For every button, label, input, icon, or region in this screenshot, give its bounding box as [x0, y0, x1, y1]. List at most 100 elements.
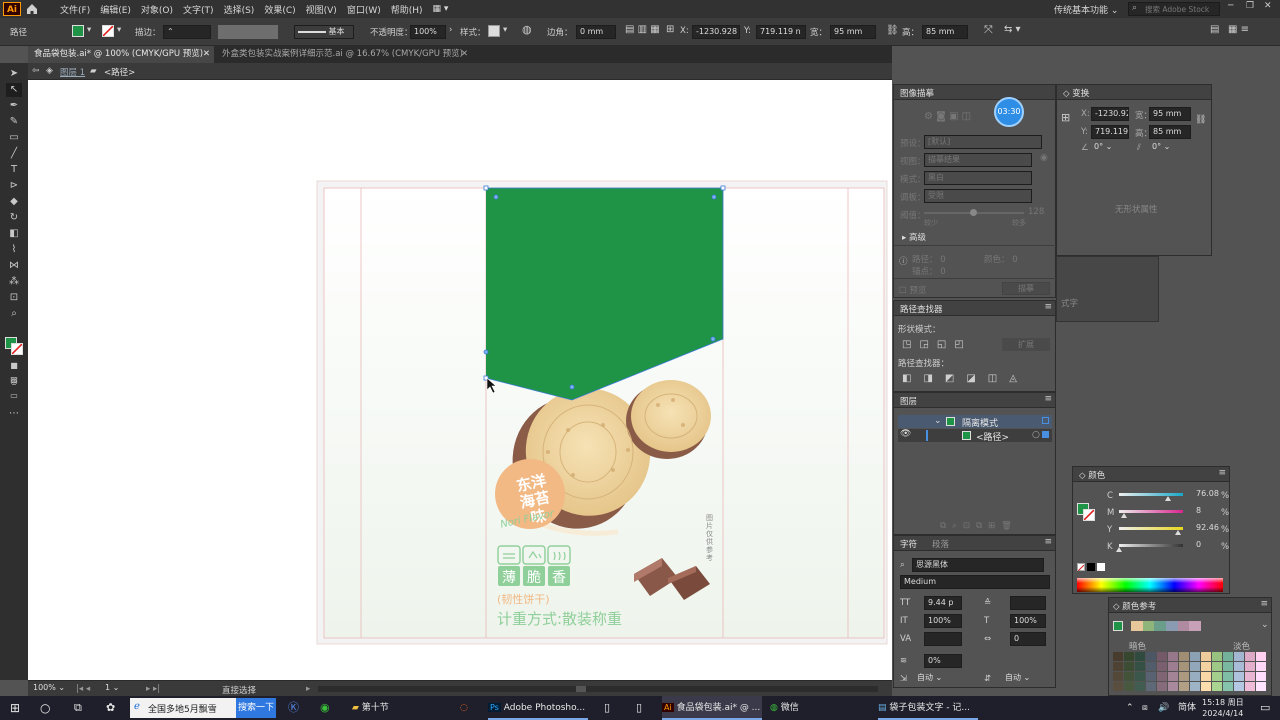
horizontal-scrollbar[interactable] [318, 686, 878, 692]
zoom-field[interactable]: 100% ⌄ [30, 682, 70, 696]
workspace-switcher[interactable]: 传统基本功能 ⌄ [1054, 3, 1118, 16]
color-guide-cell[interactable] [1201, 682, 1211, 691]
color-guide-cell[interactable] [1135, 652, 1145, 661]
pinned-doc-icon[interactable]: ▯ [604, 696, 610, 720]
menu-window[interactable]: 窗口(W) [342, 3, 386, 16]
draw-mode-icon[interactable]: ◎ [6, 375, 22, 389]
rotate-tool-icon[interactable]: ↻ [6, 211, 22, 225]
stroke-weight-field[interactable]: ⌃ [163, 25, 211, 39]
color-guide-cell[interactable] [1157, 662, 1167, 671]
chevron-down-icon[interactable]: ▾ [87, 25, 91, 35]
color-guide-cell[interactable] [1234, 662, 1244, 671]
channel-value-c[interactable]: 76.08 [1193, 488, 1219, 502]
task-view-icon[interactable]: ⧉ [74, 696, 82, 720]
pinned-doc2-icon[interactable]: ▯ [636, 696, 642, 720]
color-guide-cell[interactable] [1146, 662, 1156, 671]
pen-tool-icon[interactable]: ✒ [6, 99, 22, 113]
preview-checkbox[interactable]: ☐ 预览 [899, 284, 926, 296]
menu-view[interactable]: 视图(V) [301, 3, 342, 16]
color-guide-cell[interactable] [1201, 662, 1211, 671]
screen-mode-icon[interactable]: ▭ [6, 389, 22, 403]
color-guide-cell[interactable] [1256, 662, 1266, 671]
color-guide-cell[interactable] [1179, 662, 1189, 671]
color-guide-cell[interactable] [1157, 682, 1167, 691]
reference-point-icon[interactable]: ⊞ [1061, 111, 1070, 124]
mode-dropdown[interactable]: 黑白 [924, 171, 1032, 185]
slider-handle[interactable] [1174, 530, 1181, 535]
selection-tool-icon[interactable]: ➤ [6, 67, 22, 81]
kerning-field[interactable] [924, 632, 962, 646]
stroke-color-icon[interactable] [11, 343, 23, 355]
pinned-browser-icon[interactable]: ◉ [320, 696, 330, 720]
taskbar-clock[interactable]: 15:18 周日 2024/4/14 [1202, 697, 1244, 719]
tab-document-active[interactable]: 食品袋包装.ai* @ 100% (CMYK/GPU 预览) ✕ [28, 46, 214, 63]
channel-value-m[interactable]: 8 [1193, 505, 1219, 519]
color-guide-cell[interactable] [1179, 652, 1189, 661]
artboard-tool-icon[interactable]: ⊡ [6, 291, 22, 305]
shape-mode-buttons[interactable]: ◳◲◱◰ [902, 339, 972, 350]
color-guide-cell[interactable] [1113, 662, 1123, 671]
color-guide-cell[interactable] [1201, 672, 1211, 681]
windows-start-icon[interactable]: ⊞ [10, 696, 20, 720]
color-guide-cell[interactable] [1135, 672, 1145, 681]
transform-w-field[interactable]: 95 mm [1149, 107, 1191, 121]
chevron-down-icon[interactable]: ⌄ [934, 416, 942, 426]
transform-icon[interactable]: ⤧ [984, 23, 993, 37]
auto-field-1[interactable]: 自动 ⌄ [914, 672, 962, 686]
color-spectrum[interactable] [1077, 578, 1223, 592]
color-guide-cell[interactable] [1146, 672, 1156, 681]
constrain-proportions-icon[interactable]: ⛓ [1195, 115, 1206, 125]
direct-selection-tool-icon[interactable]: ↖ [6, 83, 22, 97]
first-page-icon[interactable]: |◂ ◂ [76, 684, 90, 694]
color-guide-cell[interactable] [1179, 672, 1189, 681]
color-guide-cell[interactable] [1256, 682, 1266, 691]
color-guide-cell[interactable] [1245, 652, 1255, 661]
pinned-app-icon[interactable]: ✿ [106, 696, 115, 720]
curvature-tool-icon[interactable]: ✎ [6, 115, 22, 129]
view-dropdown[interactable]: 描摹结果 [924, 153, 1032, 167]
color-mode-icon[interactable]: ■ ▨ [6, 359, 22, 384]
color-guide-cell[interactable] [1168, 672, 1178, 681]
tray-network-icon[interactable]: ⧈ [1142, 696, 1148, 720]
color-stroke-swatch[interactable] [1083, 509, 1095, 521]
color-guide-cell[interactable] [1212, 682, 1222, 691]
warp-icon[interactable]: ⇆ ▾ [1004, 24, 1021, 35]
color-guide-cell[interactable] [1212, 652, 1222, 661]
tracking-field[interactable]: 0 [1010, 632, 1046, 646]
layer-action-icons[interactable]: ⧉⌕⊡⧉⊞🗑 [940, 521, 1018, 531]
restore-icon[interactable]: ❐ [1246, 1, 1254, 11]
corner-radius-field[interactable]: 0 mm [576, 25, 616, 39]
color-guide-cell[interactable] [1124, 662, 1134, 671]
color-guide-cell[interactable] [1157, 652, 1167, 661]
slider-handle[interactable] [1121, 513, 1128, 518]
taskbar-wechat[interactable]: ◍ 微信 [770, 696, 860, 720]
zoom-tool-icon[interactable]: ⌕ [6, 307, 22, 321]
h-field[interactable]: 85 mm [922, 25, 968, 39]
channel-slider-y[interactable] [1119, 527, 1183, 535]
color-guide-cell[interactable] [1168, 652, 1178, 661]
color-guide-cell[interactable] [1245, 682, 1255, 691]
color-guide-cell[interactable] [1234, 682, 1244, 691]
panel-menu-icon[interactable]: ≡ [1044, 302, 1052, 312]
graphic-style-swatch[interactable] [488, 25, 500, 37]
y-field[interactable]: 719.119 n [756, 25, 806, 39]
search-button[interactable]: 搜索一下 [236, 698, 276, 718]
tab-document-inactive[interactable]: 外盒类包装实战案例详细示范.ai @ 16.67% (CMYK/GPU 预览) ✕ [216, 46, 472, 63]
taskbar-folder[interactable]: ▰ 第十节 [352, 696, 389, 720]
font-size-field[interactable]: 9.44 p [924, 596, 962, 610]
color-guide-cell[interactable] [1245, 662, 1255, 671]
ime-indicator[interactable]: 简体 [1178, 696, 1196, 720]
more-tools-icon[interactable]: ⋯ [6, 407, 22, 421]
breadcrumb-path[interactable]: <路径> [104, 66, 135, 78]
close-tab-icon[interactable]: ✕ [461, 46, 468, 63]
pinned-k-icon[interactable]: Ⓚ [288, 696, 299, 720]
shear-field[interactable]: 0° ⌄ [1149, 141, 1187, 155]
color-guide-cell[interactable] [1179, 682, 1189, 691]
chevron-down-icon[interactable]: ▾ [117, 25, 121, 35]
tab-character[interactable]: 字符 [900, 538, 917, 550]
channel-slider-k[interactable] [1116, 544, 1183, 552]
menu-object[interactable]: 对象(O) [136, 3, 178, 16]
angle-field[interactable]: 0° ⌄ [1091, 141, 1129, 155]
panel-menu-icon[interactable]: ≡ [1218, 468, 1226, 478]
color-guide-cell[interactable] [1157, 672, 1167, 681]
